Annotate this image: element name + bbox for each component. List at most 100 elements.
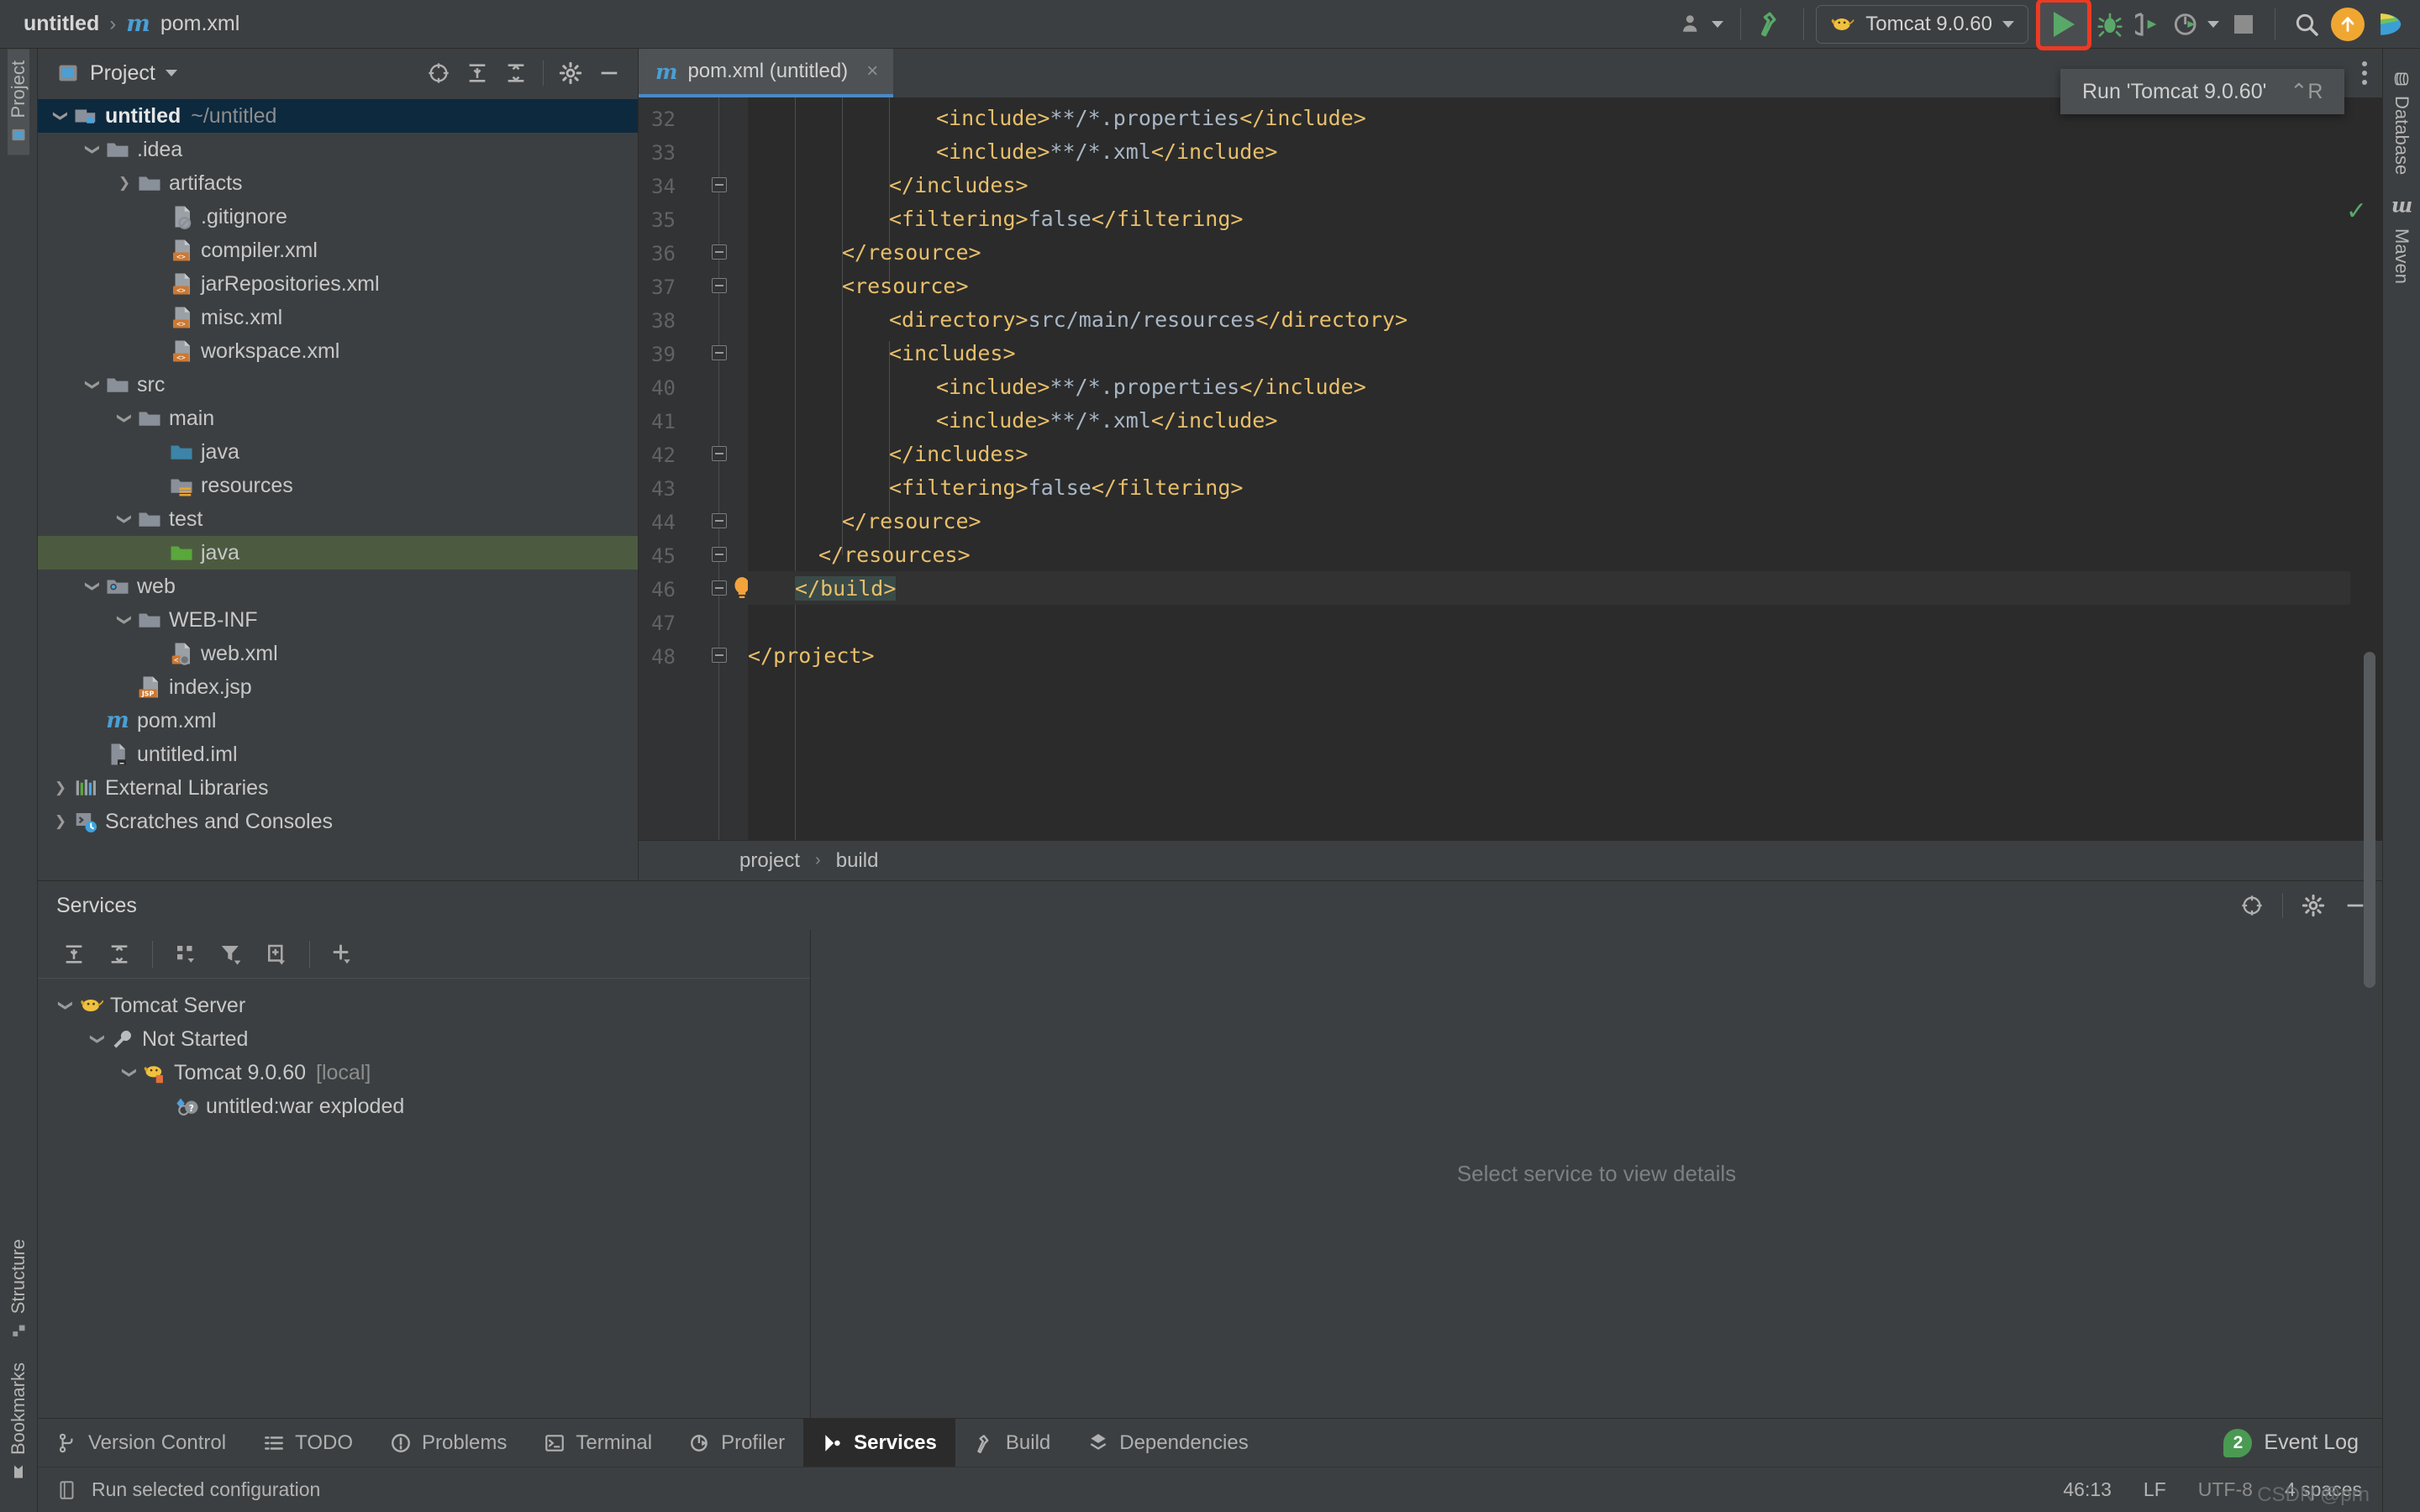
search-everywhere-button[interactable] xyxy=(2287,5,2326,44)
fold-marker[interactable] xyxy=(712,446,727,461)
tree-node-workspace-xml[interactable]: <> workspace.xml xyxy=(38,334,638,368)
tree-node--idea[interactable]: ❯ .idea xyxy=(38,133,638,166)
tree-node-pom-xml[interactable]: m pom.xml xyxy=(38,704,638,738)
project-name[interactable]: untitled xyxy=(24,12,99,36)
settings-gear-icon[interactable] xyxy=(559,61,582,85)
expand-all-icon[interactable] xyxy=(466,61,489,85)
editor-gutter[interactable]: 32 33 34 35 36 37 38 39 40 41 42 43 44 45 46 47 48 xyxy=(639,97,750,840)
tab-pom-xml[interactable]: m pom.xml (untitled) × xyxy=(639,49,894,97)
tree-node-java[interactable]: java xyxy=(38,435,638,469)
code-line[interactable]: <include> **/*.properties </include> xyxy=(748,370,2382,403)
code-line[interactable]: <includes> xyxy=(748,336,2382,370)
add-service-icon[interactable] xyxy=(320,934,366,974)
tree-node-web[interactable]: ❯ web xyxy=(38,570,638,603)
tab-version-control[interactable]: Version Control xyxy=(38,1419,245,1467)
sidebar-item-structure[interactable]: Structure xyxy=(8,1227,29,1351)
fold-marker[interactable] xyxy=(712,513,727,528)
tree-node-external-libraries[interactable]: ❯ External Libraries xyxy=(38,771,638,805)
sidebar-item-bookmarks[interactable]: Bookmarks xyxy=(8,1351,29,1492)
chevron-down-icon[interactable]: ❯ xyxy=(84,374,101,396)
code-line[interactable]: <include> **/*.xml </include> xyxy=(748,403,2382,437)
settings-gear-icon[interactable] xyxy=(2302,894,2325,917)
code-line[interactable]: <directory> src/main/resources </directory… xyxy=(748,302,2382,336)
scrollbar-thumb[interactable] xyxy=(2364,652,2375,988)
ide-feature-button[interactable] xyxy=(2370,5,2408,44)
chevron-down-icon[interactable]: ❯ xyxy=(84,575,101,597)
chevron-down-icon[interactable]: ❯ xyxy=(116,508,133,530)
tab-todo[interactable]: TODO xyxy=(245,1419,371,1467)
sidebar-item-maven[interactable]: m Maven xyxy=(2390,186,2414,295)
tab-services[interactable]: Services xyxy=(803,1419,955,1467)
services-tree[interactable]: ❯ Tomcat Server ❯ Not Started ❯ Tomcat 9.0.60… xyxy=(38,979,810,1418)
tree-node-untitled-iml[interactable]: untitled.iml xyxy=(38,738,638,771)
code-line[interactable]: </resources> xyxy=(748,538,2382,571)
tree-node-untitled[interactable]: ❯ untitled ~/untitled xyxy=(38,99,638,133)
update-project-button[interactable] xyxy=(2326,5,2370,44)
fold-marker[interactable] xyxy=(712,278,727,293)
chevron-right-icon[interactable]: ❯ xyxy=(113,175,135,192)
tree-node-index-jsp[interactable]: JSP index.jsp xyxy=(38,670,638,704)
tab-problems[interactable]: Problems xyxy=(371,1419,525,1467)
sidebar-item-project[interactable]: Project xyxy=(8,49,29,155)
code-line[interactable]: <filtering> false </filtering> xyxy=(748,202,2382,235)
tree-node-java[interactable]: java xyxy=(38,536,638,570)
run-configuration-selector[interactable]: Tomcat 9.0.60 xyxy=(1816,4,2028,44)
service-node-untitled-war-exploded[interactable]: ? untitled:war exploded xyxy=(38,1089,810,1123)
tab-build[interactable]: Build xyxy=(955,1419,1069,1467)
tree-node-src[interactable]: ❯ src xyxy=(38,368,638,402)
view-options-icon[interactable] xyxy=(254,934,299,974)
line-separator[interactable]: LF xyxy=(2144,1478,2166,1501)
current-file-name[interactable]: pom.xml xyxy=(160,12,239,36)
tree-node-resources[interactable]: resources xyxy=(38,469,638,502)
profile-button[interactable] xyxy=(2168,5,2224,44)
code-line[interactable]: </includes> xyxy=(748,168,2382,202)
tree-node-test[interactable]: ❯ test xyxy=(38,502,638,536)
code-line[interactable]: <include> **/*.xml </include> xyxy=(748,134,2382,168)
project-tree[interactable]: ❯ untitled ~/untitled ❯ .idea ❯ artifacts .giti… xyxy=(38,97,638,880)
code-line[interactable] xyxy=(748,605,2382,638)
indent-setting[interactable]: 4 spaces xyxy=(2285,1478,2362,1501)
code-line[interactable]: <resource> xyxy=(748,269,2382,302)
sidebar-item-database[interactable]: Database xyxy=(2391,59,2412,186)
tree-node-main[interactable]: ❯ main xyxy=(38,402,638,435)
editor-options-icon[interactable] xyxy=(2362,61,2367,85)
caret-position[interactable]: 46:13 xyxy=(2063,1478,2112,1501)
chevron-down-icon[interactable]: ❯ xyxy=(84,139,101,160)
stop-button[interactable] xyxy=(2224,5,2263,44)
run-with-coverage-button[interactable] xyxy=(2129,5,2168,44)
service-node-tomcat-server[interactable]: ❯ Tomcat Server xyxy=(38,989,810,1022)
code-line[interactable]: </build> xyxy=(748,571,2382,605)
tree-node-scratches-and-consoles[interactable]: ❯ Scratches and Consoles xyxy=(38,805,638,838)
breadcrumb-item-build[interactable]: build xyxy=(836,849,879,873)
tree-node-artifacts[interactable]: ❯ artifacts xyxy=(38,166,638,200)
inspection-ok-icon[interactable]: ✓ xyxy=(2346,197,2367,226)
service-node-not-started[interactable]: ❯ Not Started xyxy=(38,1022,810,1056)
chevron-down-icon[interactable]: ❯ xyxy=(57,995,74,1016)
fold-marker[interactable] xyxy=(712,547,727,562)
code-line[interactable]: </project> xyxy=(748,638,2382,672)
locate-icon[interactable] xyxy=(427,61,450,85)
event-log-area[interactable]: 2 Event Log xyxy=(2223,1419,2382,1467)
build-hammer-icon[interactable] xyxy=(1753,5,1791,44)
tab-dependencies[interactable]: Dependencies xyxy=(1069,1419,1266,1467)
breadcrumb-item-project[interactable]: project xyxy=(739,849,800,873)
tree-node-web-inf[interactable]: ❯ WEB-INF xyxy=(38,603,638,637)
chevron-down-icon[interactable]: ❯ xyxy=(52,105,69,127)
chevron-right-icon[interactable]: ❯ xyxy=(50,780,71,796)
code-line[interactable]: </resource> xyxy=(748,235,2382,269)
chevron-down-icon[interactable]: ❯ xyxy=(116,407,133,429)
account-icon[interactable] xyxy=(1676,5,1728,44)
collapse-all-icon[interactable] xyxy=(504,61,528,85)
chevron-down-icon[interactable]: ❯ xyxy=(121,1062,138,1084)
tab-profiler[interactable]: Profiler xyxy=(671,1419,803,1467)
locate-icon[interactable] xyxy=(2240,894,2264,917)
filter-icon[interactable] xyxy=(208,934,254,974)
file-encoding[interactable]: UTF-8 xyxy=(2198,1478,2253,1501)
chevron-down-icon[interactable]: ❯ xyxy=(89,1028,106,1050)
code-line[interactable]: </resource> xyxy=(748,504,2382,538)
run-button[interactable] xyxy=(2036,0,2091,50)
tree-node-compiler-xml[interactable]: <> compiler.xml xyxy=(38,234,638,267)
code-line[interactable]: </includes> xyxy=(748,437,2382,470)
tab-terminal[interactable]: Terminal xyxy=(525,1419,671,1467)
expand-all-icon[interactable] xyxy=(51,934,97,974)
